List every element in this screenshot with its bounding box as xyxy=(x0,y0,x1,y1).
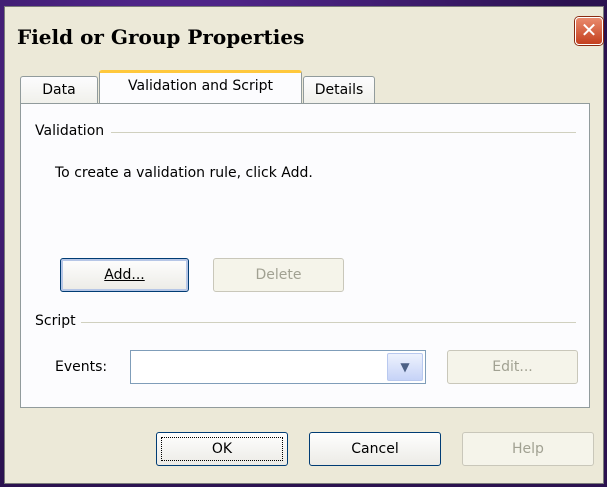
cancel-button[interactable]: Cancel xyxy=(309,432,441,466)
validation-hint: To create a validation rule, click Add. xyxy=(55,165,313,181)
delete-button[interactable]: Delete xyxy=(213,258,344,292)
focus-ring xyxy=(161,437,283,461)
window-title: Field or Group Properties xyxy=(17,25,305,49)
add-button[interactable]: Add... xyxy=(60,258,189,292)
tab-details[interactable]: Details xyxy=(303,76,375,104)
tab-validation-and-script[interactable]: Validation and Script xyxy=(99,70,302,103)
edit-button-label: Edit... xyxy=(492,359,533,375)
validation-divider xyxy=(111,132,576,133)
chevron-down-icon[interactable]: ▼ xyxy=(387,353,423,381)
events-label: Events: xyxy=(55,359,108,375)
close-icon[interactable]: ✕ xyxy=(575,17,603,45)
tab-data[interactable]: Data xyxy=(20,76,98,104)
help-button[interactable]: Help xyxy=(462,432,594,466)
title-bar[interactable]: Field or Group Properties ✕ xyxy=(5,7,603,65)
delete-button-label: Delete xyxy=(255,267,302,283)
script-section-label: Script xyxy=(35,313,78,329)
script-divider xyxy=(81,322,576,323)
validation-section-label: Validation xyxy=(35,123,107,139)
ok-button[interactable]: OK xyxy=(156,432,288,466)
help-button-label: Help xyxy=(512,441,544,457)
cancel-button-label: Cancel xyxy=(351,441,399,457)
events-dropdown[interactable]: ▼ xyxy=(130,350,426,384)
edit-button[interactable]: Edit... xyxy=(447,350,578,384)
add-button-label: Add... xyxy=(104,267,145,283)
